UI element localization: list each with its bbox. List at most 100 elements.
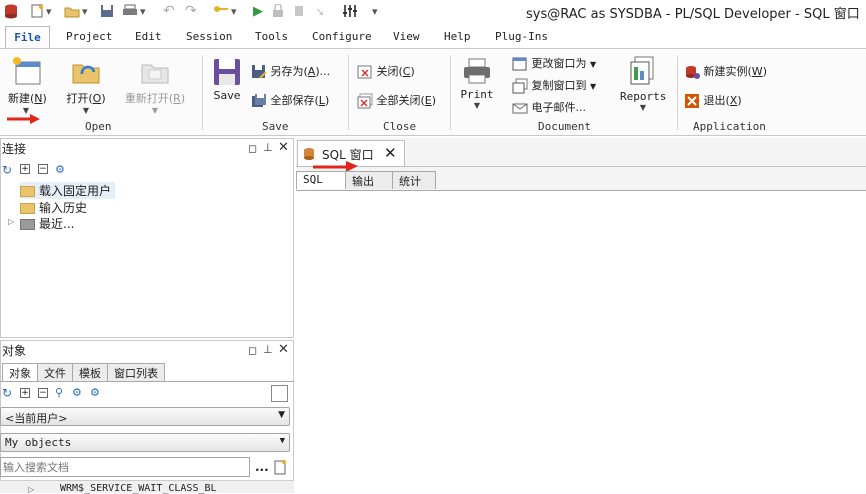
close-all-key: E bbox=[424, 94, 432, 107]
rollback-icon[interactable]: ↘ bbox=[315, 3, 324, 19]
refresh-icon[interactable]: ↻ bbox=[2, 163, 12, 177]
add-icon[interactable]: + bbox=[20, 388, 30, 398]
print-quick-icon[interactable]: ▾ bbox=[122, 3, 146, 19]
reports-button[interactable]: Reports ▼ bbox=[620, 56, 666, 112]
new-quick-icon[interactable]: ▾ bbox=[30, 3, 52, 19]
tab-objects[interactable]: 对象 bbox=[2, 363, 38, 381]
user-select[interactable]: <当前用户> ▼ bbox=[0, 407, 290, 426]
menu-session[interactable]: Session bbox=[186, 30, 232, 43]
panel-float-icon[interactable]: ◻ bbox=[248, 344, 257, 357]
separator bbox=[348, 55, 349, 130]
subtab-statistics[interactable]: 统计 bbox=[392, 171, 436, 189]
group-application-label: Application bbox=[693, 120, 766, 133]
tree-item-recent[interactable]: 最近... bbox=[20, 215, 74, 232]
lock-icon[interactable] bbox=[272, 3, 284, 19]
menu-plugins[interactable]: Plug-Ins bbox=[495, 30, 548, 43]
customize-quick-icon[interactable]: ▾ bbox=[372, 3, 378, 19]
reports-dropdown-icon[interactable]: ▼ bbox=[620, 103, 666, 112]
expand-icon[interactable]: ▷ bbox=[8, 217, 14, 226]
add-icon[interactable]: + bbox=[20, 164, 30, 174]
execute-icon[interactable]: ▶ bbox=[253, 3, 263, 19]
printer-icon bbox=[464, 58, 490, 84]
remove-icon[interactable]: − bbox=[38, 164, 48, 174]
save-all-label: 全部保存 bbox=[270, 94, 315, 107]
tools-quick-icon[interactable] bbox=[342, 3, 358, 19]
new-button[interactable]: 新建(N) ▼ bbox=[8, 56, 47, 115]
new-instance-icon bbox=[686, 66, 700, 79]
separator bbox=[296, 166, 866, 167]
panel-pin-icon[interactable]: ⊥ bbox=[263, 141, 273, 154]
copy-window-button[interactable]: 复制窗口到 ▼ bbox=[512, 77, 596, 94]
save-label: Save bbox=[213, 89, 241, 102]
email-button[interactable]: 电子邮件... bbox=[512, 99, 586, 116]
new-key: N bbox=[34, 92, 43, 105]
menu-view[interactable]: View bbox=[393, 30, 420, 43]
title-bar: ▾ ▾ ▾ ↶ ↷ ▾ ▶ ↘ ▾ sys@RAC as SYSDBA - PL… bbox=[0, 0, 866, 24]
tree-item-label: 载入固定用户 bbox=[39, 184, 112, 198]
new-doc-icon[interactable] bbox=[273, 459, 287, 478]
open-quick-icon[interactable]: ▾ bbox=[64, 3, 88, 19]
redo-icon[interactable]: ↷ bbox=[185, 3, 197, 19]
refresh-icon[interactable]: ↻ bbox=[2, 386, 12, 400]
save-button[interactable]: Save bbox=[212, 58, 242, 102]
tab-files[interactable]: 文件 bbox=[37, 363, 73, 381]
close-all-button[interactable]: 全部关闭(E) bbox=[357, 92, 436, 109]
new-instance-button[interactable]: 新建实例(W) bbox=[684, 63, 767, 80]
remove-icon[interactable]: − bbox=[38, 388, 48, 398]
more-button[interactable]: ... bbox=[255, 460, 269, 474]
panel-close-icon[interactable]: ✕ bbox=[278, 140, 289, 155]
panel-float-icon[interactable]: ◻ bbox=[248, 142, 257, 155]
reopen-button[interactable]: 重新打开(R) ▼ bbox=[120, 56, 190, 115]
menu-project[interactable]: Project bbox=[66, 30, 112, 43]
tree-item-object[interactable]: WRM$_SERVICE_WAIT_CLASS_BL bbox=[60, 483, 217, 494]
reopen-dropdown-icon[interactable]: ▼ bbox=[120, 106, 190, 115]
tree-item-history[interactable]: 输入历史 bbox=[20, 199, 87, 216]
checkbox-toggle[interactable] bbox=[271, 385, 288, 402]
open-dropdown-icon[interactable]: ▼ bbox=[64, 106, 108, 115]
exit-button[interactable]: 退出(X) bbox=[684, 92, 742, 109]
print-button[interactable]: Print ▼ bbox=[460, 58, 494, 110]
save-all-key: L bbox=[318, 94, 325, 107]
open-button[interactable]: 打开(O) ▼ bbox=[64, 56, 108, 115]
subtab-output[interactable]: 输出 bbox=[345, 171, 393, 189]
menu-configure[interactable]: Configure bbox=[312, 30, 372, 43]
tree-item-fixed-users[interactable]: 载入固定用户 bbox=[20, 182, 116, 199]
menu-tools[interactable]: Tools bbox=[255, 30, 288, 43]
print-dropdown-icon[interactable]: ▼ bbox=[460, 101, 494, 110]
panel-pin-icon[interactable]: ⊥ bbox=[263, 343, 273, 356]
filter-icon[interactable]: ⚙ bbox=[72, 386, 82, 399]
email-icon bbox=[512, 103, 528, 114]
menu-edit[interactable]: Edit bbox=[135, 30, 162, 43]
search-input[interactable] bbox=[0, 457, 250, 477]
separator bbox=[450, 55, 451, 130]
objects-title: 对象 bbox=[2, 344, 27, 358]
group-save-label: Save bbox=[262, 120, 289, 133]
save-as-button[interactable]: 另存为(A)... bbox=[251, 63, 330, 80]
open-label: 打开 bbox=[66, 92, 89, 105]
close-tab-icon[interactable]: ✕ bbox=[384, 144, 397, 162]
close-button[interactable]: 关闭(C) bbox=[357, 63, 415, 80]
sql-editor[interactable] bbox=[296, 190, 866, 493]
binoculars-icon[interactable]: ⚲ bbox=[55, 386, 63, 399]
connections-title: 连接 bbox=[2, 142, 27, 156]
save-as-key: A bbox=[307, 65, 316, 78]
menu-help[interactable]: Help bbox=[444, 30, 471, 43]
save-all-button[interactable]: 全部保存(L) bbox=[251, 92, 329, 109]
print-label: Print bbox=[460, 88, 494, 101]
menu-file[interactable]: File bbox=[5, 26, 50, 49]
panel-close-icon[interactable]: ✕ bbox=[278, 342, 289, 357]
save-as-label: 另存为 bbox=[270, 65, 304, 78]
tab-templates[interactable]: 模板 bbox=[72, 363, 108, 381]
save-quick-icon[interactable] bbox=[100, 3, 114, 19]
separator bbox=[202, 55, 203, 130]
filter-select[interactable]: My objects ▼ bbox=[0, 433, 290, 452]
change-window-button[interactable]: 更改窗口为 ▼ bbox=[512, 55, 596, 72]
tab-window-list[interactable]: 窗口列表 bbox=[107, 363, 165, 381]
separator bbox=[677, 55, 678, 130]
undo-icon[interactable]: ↶ bbox=[163, 3, 175, 19]
subtab-sql[interactable]: SQL bbox=[296, 171, 346, 189]
commit-icon[interactable] bbox=[293, 3, 305, 19]
tools-icon[interactable]: ⚙ bbox=[55, 163, 65, 176]
key-icon[interactable]: ▾ bbox=[213, 3, 237, 19]
tools-icon[interactable]: ⚙ bbox=[90, 386, 100, 399]
